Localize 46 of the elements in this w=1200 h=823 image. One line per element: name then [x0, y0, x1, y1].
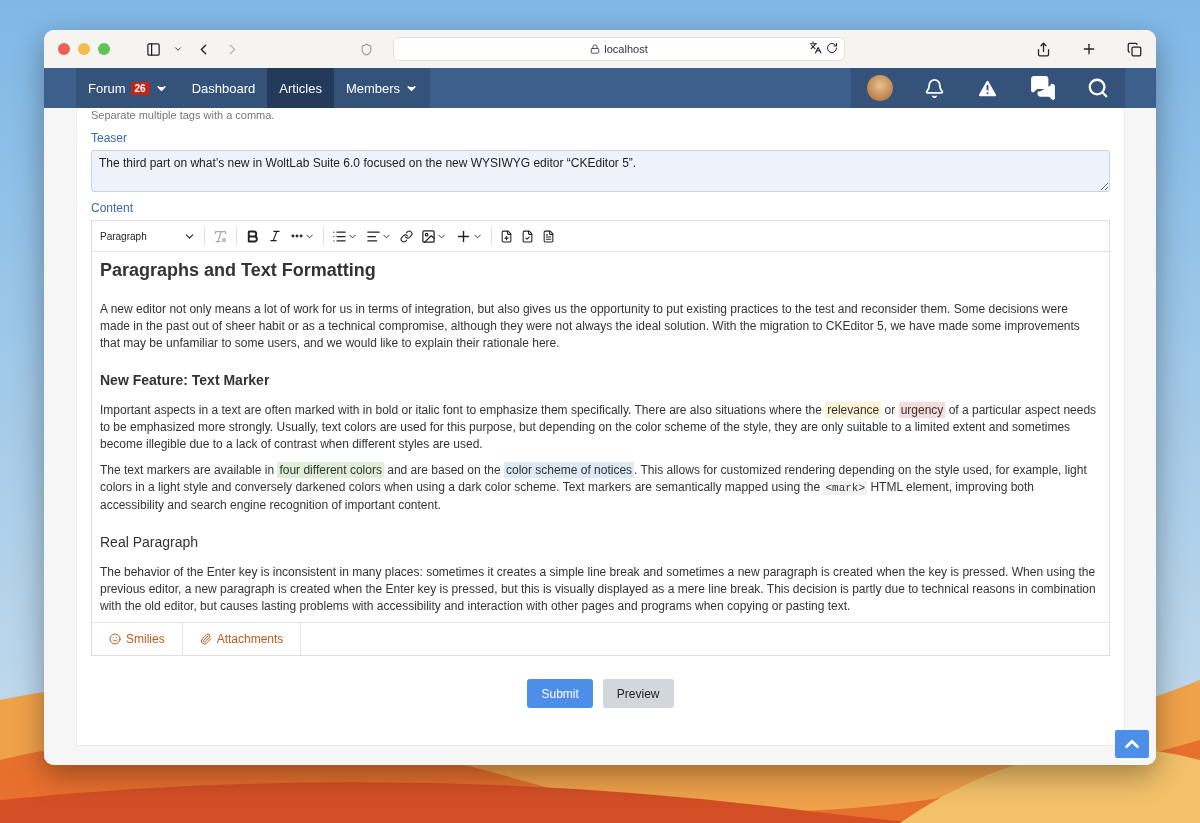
- zoom-dot[interactable]: [98, 43, 110, 55]
- link-icon[interactable]: [400, 229, 413, 243]
- nav-item[interactable]: Dashboard: [179, 68, 268, 108]
- list-icon[interactable]: [332, 228, 358, 244]
- nav-item[interactable]: Forum 26: [76, 68, 180, 108]
- shield-icon: [360, 42, 373, 56]
- sidebar-icon[interactable]: [146, 41, 161, 57]
- align-icon[interactable]: [366, 228, 392, 244]
- share-icon[interactable]: [1036, 41, 1051, 57]
- heading: Real Paragraph: [100, 534, 200, 550]
- bold-icon[interactable]: [245, 228, 260, 244]
- hint-text: Separate multiple tags with a comma.: [91, 108, 276, 122]
- chevron-down-icon[interactable]: [173, 44, 183, 54]
- field-label: Content: [91, 201, 135, 215]
- avatar[interactable]: [867, 75, 893, 101]
- reload-icon[interactable]: [826, 41, 838, 54]
- close-dot[interactable]: [58, 43, 70, 55]
- document-icon[interactable]: [542, 229, 555, 243]
- document-icon[interactable]: [521, 229, 534, 243]
- field-label: Teaser: [91, 131, 129, 145]
- translate-icon[interactable]: [809, 41, 822, 54]
- chat-bubbles-icon[interactable]: [1030, 75, 1056, 101]
- nav-item[interactable]: Articles: [267, 68, 334, 108]
- paragraph: Important aspects in a text are often marked with in bold or italic font to emphasize them specifically. There are also situations where the relevance or urgency of a particular aspect needs to be emphasized more strongly. Usually, text colors are used for this purpose, but depending on the color scheme of the style, they are only suitable to a limited extent and sometimes become illegible due to a lack of contrast when different styles are used.: [100, 402, 1098, 453]
- paragraph: The behavior of the Enter key is inconsistent in many places: sometimes it creates a simple line break and sometimes a new paragraph is created when the key is pressed. When using the previous editor, a new paragraph is created when the Enter key is pressed, but this is visually displayed as a mere line break. This decision is partly due to technical reasons in combination with the old editor, but causes lasting problems with accessibility and interaction with other pages and programs when copying or pasting text.: [100, 564, 1097, 615]
- lock-icon: [590, 44, 601, 54]
- search-icon[interactable]: [1087, 77, 1109, 99]
- italic-icon[interactable]: [268, 229, 282, 243]
- paragraph: A new editor not only means a lot of work for us in terms of integration, but also gives us the opportunity to put existing practices to the test and reconsider them. Some decisions were made in the past out of sheer habit or as a technical compromise, although they were not always the ideal solution. With the migration to CKEditor 5, we have made some improvements that may be unfamiliar to some users, and we would like to explain their rationale here.: [100, 301, 1081, 352]
- smiley-icon: [109, 633, 121, 645]
- paragraph: The text markers are available in four different colors and are based on the color scheme of notices . This allows for customized rendering depending on the style used, for example, light colors in a light style and conversely darkened colors when using a dark color scheme. Text markers are semantically mapped using the <mark> HTML element, improving both accessibility and search engine recognition of important content.: [100, 462, 1088, 514]
- image-icon[interactable]: [421, 228, 447, 244]
- teaser-field[interactable]: The third part on what’s new in WoltLab Suite 6.0 focused on the new WYSIWYG editor “CKEditor 5”.: [91, 150, 1110, 192]
- count-badge: 26: [130, 81, 150, 95]
- format-select[interactable]: Paragraph: [100, 229, 196, 243]
- file-icon[interactable]: [500, 229, 513, 243]
- minimize-dot[interactable]: [78, 43, 90, 55]
- scroll-top-button[interactable]: [1115, 730, 1149, 758]
- paperclip-icon: [199, 633, 212, 645]
- bell-icon[interactable]: [924, 77, 945, 99]
- nav-item[interactable]: Members: [333, 68, 431, 108]
- preview-button[interactable]: Preview: [602, 679, 674, 708]
- new-tab-icon[interactable]: [1081, 41, 1097, 57]
- heading: Paragraphs and Text Formatting: [100, 260, 377, 281]
- heading: New Feature: Text Marker: [100, 372, 271, 388]
- tabs-icon[interactable]: [1127, 41, 1142, 57]
